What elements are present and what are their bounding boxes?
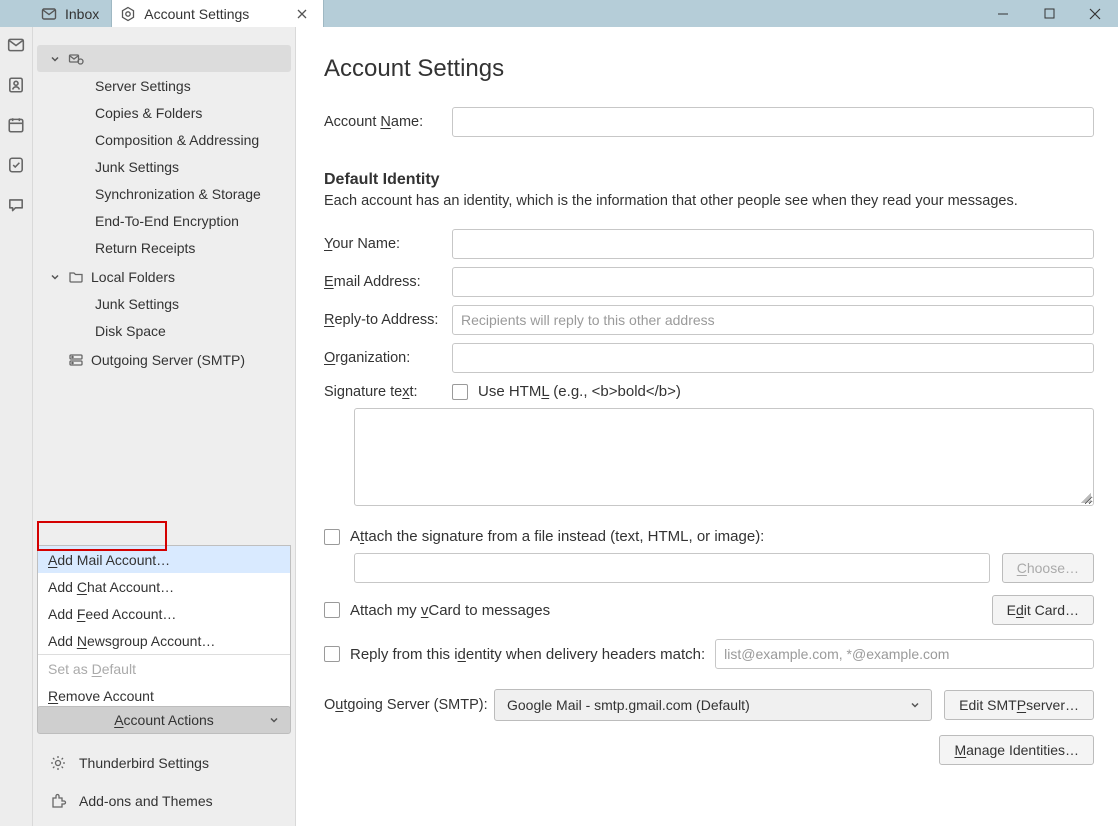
tree-item-server-settings[interactable]: Server Settings [37,72,291,99]
thunderbird-settings-button[interactable]: Thunderbird Settings [33,744,295,782]
account-actions-menu: Add Mail Account… Add Chat Account… Add … [37,545,291,710]
default-identity-desc: Each account has an identity, which is t… [324,193,1094,209]
account-actions-button[interactable]: Account Actions [37,706,291,734]
email-input[interactable] [452,267,1094,297]
menu-set-default: Set as Default [38,655,290,682]
outgoing-server-label: Outgoing Server (SMTP): [324,697,494,713]
chevron-down-icon [47,269,63,285]
spaces-toolbar [0,27,33,826]
tasks-space-icon[interactable] [6,155,26,175]
inbox-icon [41,6,57,22]
menu-add-newsgroup-account[interactable]: Add Newsgroup Account… [38,627,290,654]
tree-item-disk-space[interactable]: Disk Space [37,317,291,344]
main-content: Account Settings Account Name: Default I… [296,27,1118,826]
gear-icon [49,754,67,772]
outgoing-server-icon [67,351,85,369]
reply-to-label: Reply-to Address: [324,312,452,328]
your-name-input[interactable] [452,229,1094,259]
tree-item-junk[interactable]: Junk Settings [37,153,291,180]
tab-close-icon[interactable] [297,9,311,19]
settings-hex-icon [120,6,136,22]
signature-file-input[interactable] [354,553,990,583]
organization-label: Organization: [324,350,452,366]
tab-account-settings[interactable]: Account Settings [111,0,324,27]
signature-textarea[interactable] [354,408,1094,506]
reply-identity-checkbox[interactable] [324,646,340,662]
minimize-button[interactable] [980,0,1026,27]
tree-outgoing-label: Outgoing Server (SMTP) [91,352,245,368]
tree-account-root[interactable] [37,45,291,72]
tree-item-copies-folders[interactable]: Copies & Folders [37,99,291,126]
attach-vcard-checkbox[interactable] [324,602,340,618]
signature-text-label: Signature text: [324,384,452,400]
tab-inbox-label: Inbox [65,6,99,22]
use-html-checkbox[interactable] [452,384,468,400]
page-title: Account Settings [324,55,1094,83]
mail-account-icon [67,50,85,68]
tree-item-composition[interactable]: Composition & Addressing [37,126,291,153]
title-bar: Inbox Account Settings [0,0,1118,27]
edit-card-button[interactable]: Edit Card… [992,595,1094,625]
outgoing-server-select[interactable]: Google Mail - smtp.gmail.com (Default) [494,689,932,721]
menu-add-mail-account[interactable]: Add Mail Account… [38,546,290,573]
choose-file-button[interactable]: Choose… [1002,553,1094,583]
attach-file-label: Attach the signature from a file instead… [350,528,764,545]
outgoing-server-value: Google Mail - smtp.gmail.com (Default) [507,697,750,713]
addons-themes-button[interactable]: Add-ons and Themes [33,782,295,820]
reply-to-input[interactable] [452,305,1094,335]
address-book-space-icon[interactable] [6,75,26,95]
email-label: Email Address: [324,274,452,290]
reply-identity-label: Reply from this identity when delivery h… [350,646,705,663]
account-tree-sidebar: Server Settings Copies & Folders Composi… [33,27,296,826]
manage-identities-button[interactable]: Manage Identities… [939,735,1094,765]
tree-local-folders[interactable]: Local Folders [37,263,291,290]
attach-vcard-label: Attach my vCard to messages [350,602,550,619]
chevron-down-icon [909,699,921,711]
reply-identity-input[interactable] [715,639,1094,669]
menu-add-chat-account[interactable]: Add Chat Account… [38,573,290,600]
chevron-down-icon [47,51,63,67]
edit-smtp-button[interactable]: Edit SMTP server… [944,690,1094,720]
folder-icon [67,268,85,286]
use-html-label: Use HTML (e.g., <b>bold</b>) [478,383,681,400]
chevron-down-icon [268,714,280,726]
attach-file-checkbox[interactable] [324,529,340,545]
close-window-button[interactable] [1072,0,1118,27]
mail-space-icon[interactable] [6,35,26,55]
chat-space-icon[interactable] [6,195,26,215]
calendar-space-icon[interactable] [6,115,26,135]
tree-item-sync-storage[interactable]: Synchronization & Storage [37,180,291,207]
puzzle-icon [49,792,67,810]
account-name-input[interactable] [452,107,1094,137]
menu-add-feed-account[interactable]: Add Feed Account… [38,600,290,627]
addons-themes-label: Add-ons and Themes [79,793,213,809]
window-controls [980,0,1118,27]
tab-settings-label: Account Settings [144,6,249,22]
tree-item-return-receipts[interactable]: Return Receipts [37,234,291,261]
your-name-label: Your Name: [324,236,452,252]
maximize-button[interactable] [1026,0,1072,27]
tree-outgoing-server[interactable]: Outgoing Server (SMTP) [37,346,291,373]
tab-inbox[interactable]: Inbox [33,0,111,27]
thunderbird-settings-label: Thunderbird Settings [79,755,209,771]
tree-local-folders-label: Local Folders [91,269,175,285]
default-identity-heading: Default Identity [324,171,1094,189]
tree-item-e2e[interactable]: End-To-End Encryption [37,207,291,234]
account-name-label: Account Name: [324,114,452,130]
tree-item-local-junk[interactable]: Junk Settings [37,290,291,317]
organization-input[interactable] [452,343,1094,373]
menu-remove-account[interactable]: Remove Account [38,682,290,709]
